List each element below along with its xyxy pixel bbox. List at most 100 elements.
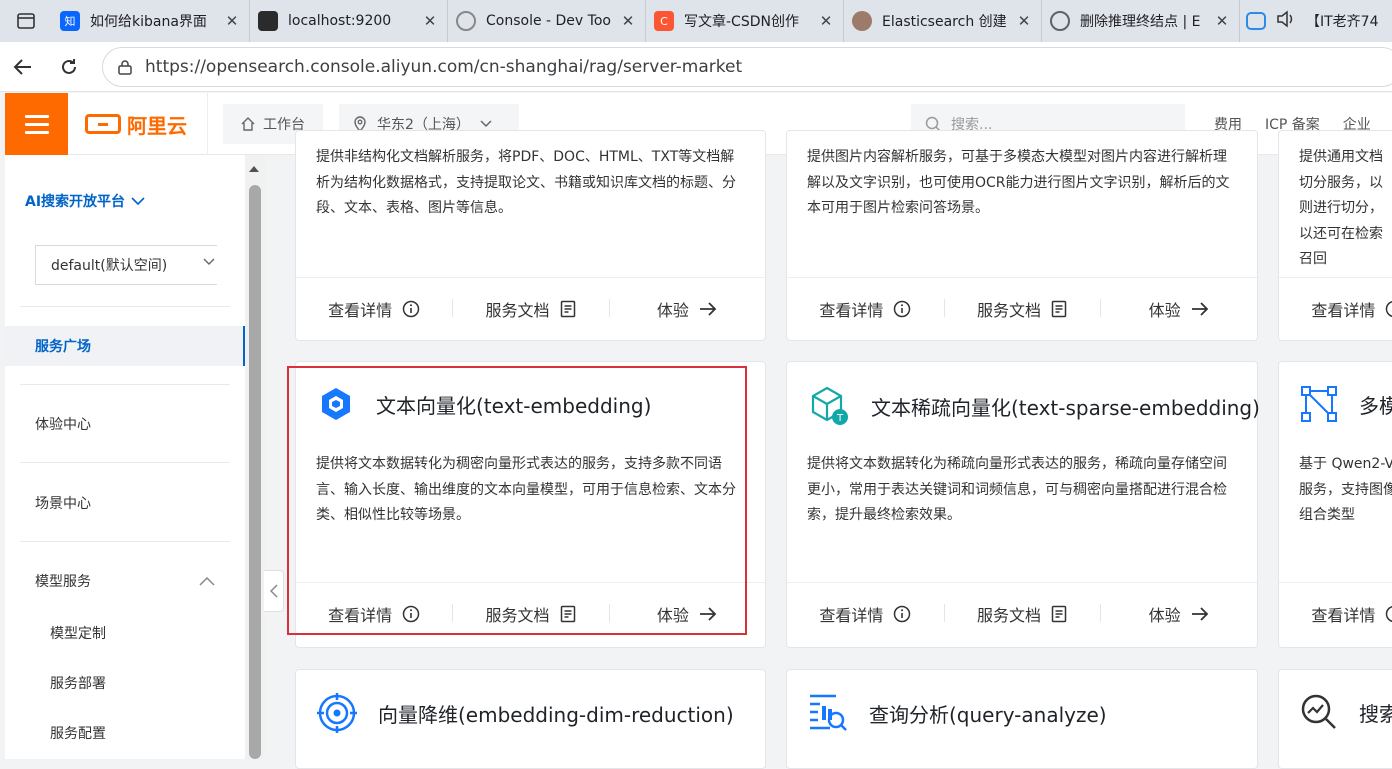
card-title[interactable]: 向量降维(embedding-dim-reduction) [378, 699, 734, 728]
view-details-button-label: 查看详情 [328, 300, 393, 320]
sidebar: AI搜索开放平台 default(默认空间) 服务广场 体验中心 场景中心 模型… [5, 155, 245, 759]
avatar-icon [852, 11, 872, 31]
target-icon [317, 693, 357, 733]
close-tab-icon[interactable]: ✕ [1213, 12, 1231, 30]
tab-title-extra[interactable]: 【IT老齐74 [1306, 11, 1379, 31]
service-docs-button[interactable]: 服务文档 [452, 297, 608, 321]
chevron-up-icon [199, 576, 215, 586]
close-tab-icon[interactable]: ✕ [421, 12, 439, 30]
query-analyze-icon [810, 694, 847, 731]
document-icon [560, 300, 576, 318]
url-text: https://opensearch.console.aliyun.com/cn… [145, 57, 743, 77]
view-details-button-label: 查看详情 [819, 605, 884, 625]
tab-actions-icon[interactable] [0, 0, 52, 42]
scroll-up-icon[interactable] [249, 166, 259, 172]
arrow-right-icon [699, 606, 717, 621]
chevron-left-icon [269, 584, 278, 598]
site-info-icon[interactable] [117, 59, 133, 75]
card-title[interactable]: 文本向量化(text-embedding) [376, 390, 651, 419]
browser-tab[interactable]: 知如何给kibana界面 ✕ [52, 0, 250, 42]
service-docs-button[interactable]: 服务文档 [943, 602, 1101, 626]
view-details-button[interactable]: 查看详情 [1279, 297, 1392, 321]
chevron-down-icon [203, 258, 215, 265]
copilot-icon[interactable] [1246, 12, 1266, 30]
aliyun-logo[interactable]: 阿里云 [85, 93, 187, 155]
card-title[interactable]: 文本稀疏向量化(text-sparse-embedding) [871, 392, 1260, 421]
sidebar-item-experience-center[interactable]: 体验中心 [5, 404, 245, 444]
close-tab-icon[interactable]: ✕ [223, 12, 241, 30]
search-trend-icon [1301, 694, 1336, 729]
close-tab-icon[interactable]: ✕ [817, 12, 835, 30]
service-docs-button-label: 服务文档 [485, 605, 550, 625]
try-button[interactable]: 体验 [1100, 297, 1257, 321]
sidebar-subitem-service-deploy[interactable]: 服务部署 [50, 673, 106, 693]
info-icon [1385, 605, 1392, 623]
service-docs-button-label: 服务文档 [977, 300, 1042, 320]
url-input[interactable]: https://opensearch.console.aliyun.com/cn… [102, 47, 1392, 87]
view-details-button[interactable]: 查看详情 [787, 602, 944, 626]
view-details-button-label: 查看详情 [819, 300, 884, 320]
service-card-text-sparse-embedding: T 文本稀疏向量化(text-sparse-embedding) 提供将文本数据… [786, 361, 1260, 648]
speaker-icon[interactable] [1276, 10, 1296, 32]
service-docs-button-label: 服务文档 [485, 300, 550, 320]
scrollbar-thumb[interactable] [249, 185, 261, 759]
chevron-down-icon [131, 196, 145, 205]
card-title[interactable]: 搜索 [1359, 698, 1392, 727]
card-description: 提供通用文档切分服务，以则进行切分，以还可在检索召回 [1299, 149, 1383, 267]
back-button[interactable] [0, 42, 46, 92]
view-details-button[interactable]: 查看详情 [296, 297, 452, 321]
service-card-text-embedding: 文本向量化(text-embedding) 提供将文本数据转化为稠密向量形式表达… [295, 361, 766, 648]
sidebar-item-service-market[interactable]: 服务广场 [5, 326, 245, 366]
sidebar-subitem-service-config[interactable]: 服务配置 [50, 723, 106, 743]
browser-tab[interactable]: 删除推理终结点 | E ✕ [1042, 0, 1240, 42]
service-docs-button[interactable]: 服务文档 [943, 297, 1101, 321]
reload-button[interactable] [46, 42, 92, 92]
back-arrow-icon [13, 58, 31, 75]
document-icon [1051, 605, 1067, 623]
globe-icon [1050, 11, 1070, 31]
try-button[interactable]: 体验 [608, 602, 765, 626]
info-icon [1385, 300, 1392, 318]
browser-tab-title: 如何给kibana界面 [90, 14, 207, 30]
card-description: 提供图片内容解析服务，可基于多模态大模型对图片内容进行解析理解以及文字识别，也可… [807, 149, 1230, 216]
arrow-right-icon [1191, 606, 1209, 621]
browser-tab[interactable]: C 写文章-CSDN创作 ✕ [646, 0, 844, 42]
service-card-query-analyze: 查询分析(query-analyze) [786, 669, 1258, 769]
service-card-multimodal-embedding: 多模 基于 Qwen2-V量服务，支持图像及组合类型 查看详情服务文档体验 [1278, 361, 1392, 648]
close-tab-icon[interactable]: ✕ [619, 12, 637, 30]
service-docs-button[interactable]: 服务文档 [452, 602, 608, 626]
platform-switcher[interactable]: AI搜索开放平台 [25, 191, 145, 211]
devtools-icon [456, 11, 476, 31]
try-button[interactable]: 体验 [608, 297, 765, 321]
view-details-button[interactable]: 查看详情 [787, 297, 944, 321]
browser-tab[interactable]: Elasticsearch 创建 ✕ [844, 0, 1042, 42]
view-details-button[interactable]: 查看详情 [1279, 602, 1392, 626]
try-button-label: 体验 [656, 605, 689, 625]
sidebar-item-scene-center[interactable]: 场景中心 [5, 483, 245, 523]
card-title[interactable]: 多模 [1359, 390, 1392, 419]
card-description: 提供将文本数据转化为稠密向量形式表达的服务，支持多款不同语言、输入长度、输出维度… [316, 456, 736, 523]
home-icon [241, 117, 255, 131]
sidebar-item-model-service[interactable]: 模型服务 [5, 561, 245, 601]
collapse-sidebar-button[interactable] [264, 570, 284, 612]
namespace-select[interactable]: default(默认空间) [35, 245, 217, 285]
card-title[interactable]: 查询分析(query-analyze) [869, 699, 1107, 728]
browser-tab-title: Console - Dev Too [486, 13, 611, 29]
try-button[interactable]: 体验 [1100, 602, 1257, 626]
service-card-doc-parse: 提供非结构化文档解析服务，将PDF、DOC、HTML、TXT等文档解析为结构化数… [295, 130, 766, 341]
menu-button[interactable] [5, 93, 68, 155]
card-footer: 查看详情 服务文档 体验 [296, 277, 765, 339]
service-card-image-parse: 提供图片内容解析服务，可基于多模态大模型对图片内容进行解析理解以及文字识别，也可… [786, 130, 1258, 341]
card-footer: 查看详情 服务文档 体验 [787, 277, 1257, 339]
service-card-search: 搜索 [1278, 669, 1392, 769]
browser-tab[interactable]: localhost:9200 ✕ [250, 0, 448, 42]
browser-tab-title: 写文章-CSDN创作 [684, 14, 799, 30]
sparse-cube-icon: T [811, 386, 848, 425]
view-details-button-label: 查看详情 [1311, 300, 1376, 320]
browser-tab[interactable]: Console - Dev Too ✕ [448, 0, 646, 42]
try-button-label: 体验 [1148, 300, 1181, 320]
sidebar-subitem-model-custom[interactable]: 模型定制 [50, 623, 106, 643]
view-details-button[interactable]: 查看详情 [296, 602, 452, 626]
service-card-embedding-dim-reduction: 向量降维(embedding-dim-reduction) [295, 669, 766, 769]
close-tab-icon[interactable]: ✕ [1015, 12, 1033, 30]
